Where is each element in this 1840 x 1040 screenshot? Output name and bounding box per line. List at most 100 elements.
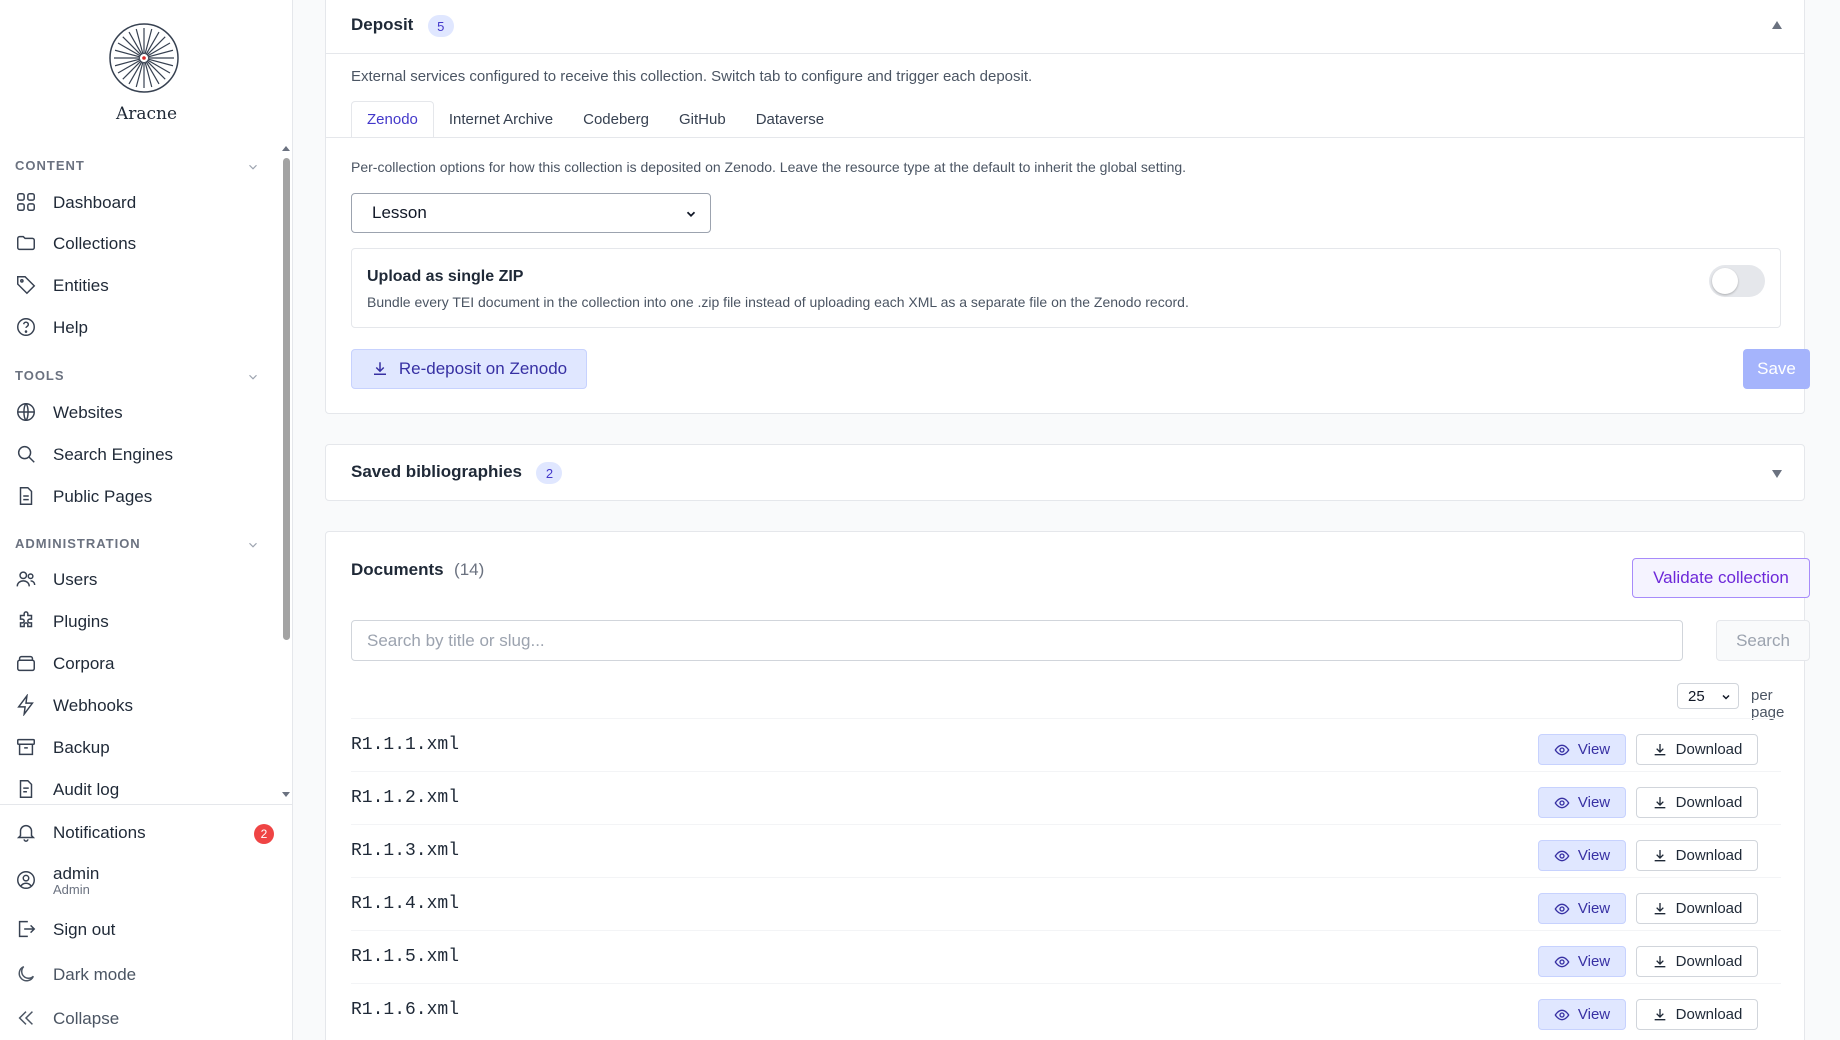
download-button[interactable]: Download (1636, 734, 1758, 765)
validate-collection-button[interactable]: Validate collection (1632, 558, 1810, 598)
sidebar-item-dashboard[interactable]: Dashboard (15, 185, 265, 221)
download-button[interactable]: Download (1636, 840, 1758, 871)
sidebar-item-search-engines[interactable]: Search Engines (15, 437, 265, 473)
bibliographies-count-badge: 2 (536, 462, 563, 484)
sidebar-item-entities[interactable]: Entities (15, 268, 265, 304)
layers-icon (15, 652, 39, 676)
view-button[interactable]: View (1538, 787, 1626, 818)
users-icon (15, 568, 39, 592)
chevron-down-icon (249, 542, 257, 548)
redeposit-button[interactable]: Re-deposit on Zenodo (351, 349, 587, 389)
bibliographies-title: Saved bibliographies (351, 462, 522, 482)
scroll-down-arrow-icon[interactable] (282, 792, 290, 797)
sign-out-button[interactable]: Sign out (15, 912, 265, 948)
sidebar-item-public-pages[interactable]: Public Pages (15, 479, 265, 515)
documents-count: (14) (454, 560, 485, 579)
view-button[interactable]: View (1538, 893, 1626, 924)
eye-icon (1554, 903, 1570, 914)
view-button[interactable]: View (1538, 946, 1626, 977)
sidebar: Aracne CONTENT Dashboard Collections Ent… (0, 0, 293, 1040)
bolt-icon (15, 694, 39, 718)
tabs-divider (326, 137, 1804, 138)
user-role: Admin (53, 882, 90, 898)
sidebar-item-audit-log[interactable]: Audit log (15, 772, 265, 802)
save-button[interactable]: Save (1743, 349, 1810, 389)
download-icon (1654, 743, 1665, 755)
document-row: R1.1.3.xml View Download (351, 824, 1781, 877)
sign-out-icon (15, 918, 39, 942)
scrollbar-thumb[interactable] (283, 158, 290, 640)
section-tools-header[interactable]: TOOLS (15, 368, 260, 383)
download-button[interactable]: Download (1636, 999, 1758, 1030)
deposit-header[interactable]: Deposit 5 (326, 0, 1804, 54)
zip-option-description: Bundle every TEI document in the collect… (367, 294, 1189, 310)
deposit-card: Deposit 5 External services configured t… (325, 0, 1810, 414)
sidebar-item-plugins[interactable]: Plugins (15, 604, 265, 640)
search-icon (15, 443, 39, 467)
deposit-count-badge: 5 (427, 15, 454, 37)
sidebar-item-corpora[interactable]: Corpora (15, 646, 265, 682)
document-search-input[interactable]: Search by title or slug... (351, 620, 1683, 661)
section-administration-header[interactable]: ADMINISTRATION (15, 536, 260, 551)
download-icon (1654, 902, 1665, 914)
globe-icon (15, 401, 39, 425)
sidebar-scrollbar[interactable] (282, 146, 290, 798)
sidebar-item-backup[interactable]: Backup (15, 730, 265, 766)
eye-icon (1554, 1009, 1570, 1020)
download-button[interactable]: Download (1636, 946, 1758, 977)
view-button[interactable]: View (1538, 999, 1626, 1030)
tab-codeberg[interactable]: Codeberg (568, 101, 664, 138)
sidebar-item-collections[interactable]: Collections (15, 226, 265, 262)
download-icon (1654, 1008, 1665, 1020)
zip-option-title: Upload as single ZIP (367, 268, 524, 285)
chevron-down-icon (249, 374, 257, 380)
tab-zenodo[interactable]: Zenodo (351, 101, 434, 138)
sidebar-item-websites[interactable]: Websites (15, 395, 265, 431)
download-button[interactable]: Download (1636, 787, 1758, 818)
tab-dataverse[interactable]: Dataverse (741, 101, 839, 138)
main-content: Deposit 5 External services configured t… (294, 0, 1840, 1040)
resource-type-select[interactable]: Lesson (351, 193, 711, 233)
dark-mode-toggle[interactable]: Dark mode (15, 957, 265, 993)
sidebar-item-users[interactable]: Users (15, 562, 265, 598)
bell-icon (15, 821, 39, 845)
download-icon (1654, 849, 1665, 861)
document-filename: R1.1.2.xml (351, 788, 460, 808)
collapse-sidebar-button[interactable]: Collapse (15, 1001, 265, 1037)
brand[interactable]: Aracne (0, 0, 293, 132)
download-button[interactable]: Download (1636, 893, 1758, 924)
document-filename: R1.1.5.xml (351, 947, 460, 967)
toggle-knob (1712, 268, 1738, 294)
deposit-tabs: Zenodo Internet Archive Codeberg GitHub … (351, 101, 839, 138)
sidebar-bottom: Notifications 2 admin Admin Sign out Dar… (0, 804, 293, 1040)
document-filename: R1.1.3.xml (351, 841, 460, 861)
sidebar-nav: CONTENT Dashboard Collections Entities H… (0, 148, 293, 802)
scroll-up-arrow-icon[interactable] (282, 146, 290, 151)
section-content-header[interactable]: CONTENT (15, 158, 260, 173)
document-filename: R1.1.6.xml (351, 1000, 460, 1020)
sidebar-item-notifications[interactable]: Notifications (15, 815, 265, 851)
chevrons-left-icon (15, 1007, 39, 1031)
per-page-label: per page (1751, 687, 1785, 721)
bibliographies-card[interactable]: Saved bibliographies 2 (325, 444, 1805, 501)
zip-toggle[interactable] (1709, 265, 1765, 297)
view-button[interactable]: View (1538, 734, 1626, 765)
grid-icon (15, 191, 39, 215)
tab-internet-archive[interactable]: Internet Archive (434, 101, 568, 138)
search-button[interactable]: Search (1716, 620, 1810, 661)
sidebar-item-help[interactable]: Help (15, 310, 265, 346)
view-button[interactable]: View (1538, 840, 1626, 871)
sidebar-item-user[interactable]: admin Admin (15, 859, 265, 903)
chevron-down-icon (1722, 694, 1730, 700)
caret-down-icon[interactable] (1772, 470, 1782, 478)
caret-up-icon[interactable] (1772, 21, 1782, 29)
document-row: R1.1.1.xml View Download (351, 718, 1781, 771)
sidebar-item-webhooks[interactable]: Webhooks (15, 688, 265, 724)
tab-github[interactable]: GitHub (664, 101, 741, 138)
user-circle-icon (15, 869, 39, 893)
document-filename: R1.1.1.xml (351, 735, 460, 755)
file-text-icon (15, 778, 39, 802)
eye-icon (1554, 956, 1570, 967)
per-page-select[interactable]: 25 (1677, 683, 1739, 709)
file-icon (15, 485, 39, 509)
